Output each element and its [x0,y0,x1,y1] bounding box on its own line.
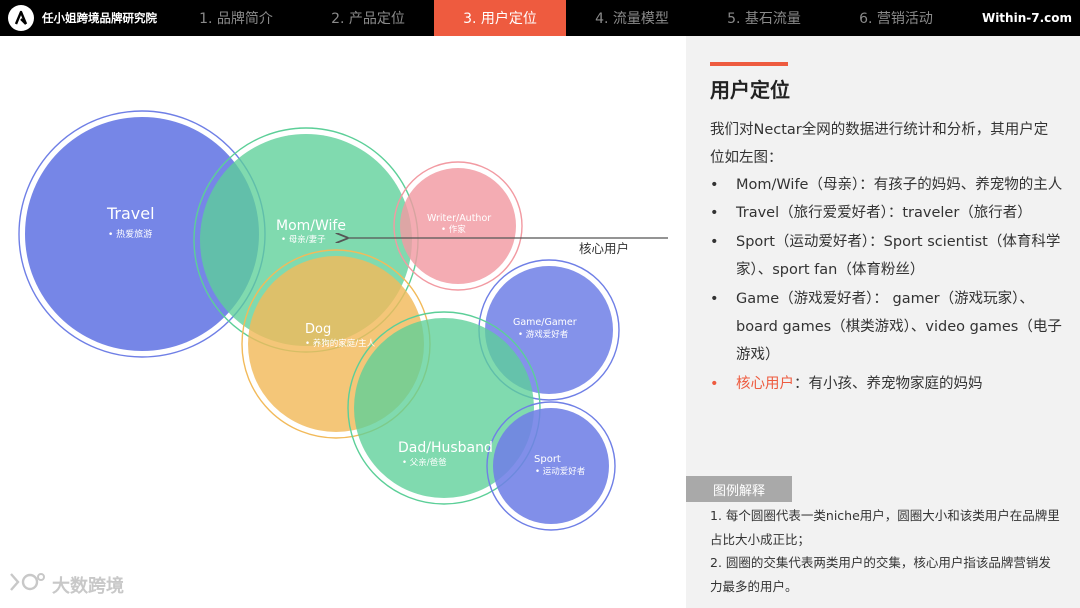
legend-explanation: 1. 每个圆圈代表一类niche用户，圆圈大小和该类用户在品牌里占比大小成正比；… [710,504,1062,598]
description-panel: 用户定位 我们对Nectar全网的数据进行统计和分析，其用户定位如左图： • Mo… [686,36,1080,608]
list-item-game: • Game（游戏爱好者）： gamer（游戏玩家）、board games（棋类… [710,290,1062,364]
legend-line-1: 1. 每个圆圈代表一类niche用户，圆圈大小和该类用户在品牌里占比大小成正比； [710,508,1060,547]
brand-name: 任小姐跨境品牌研究院 [42,11,157,25]
section-tabs: 1. 品牌简介 2. 产品定位 3. 用户定位 4. 流量模型 5. 基石流量 … [170,0,962,36]
label-dog-sub: • 养狗的家庭/主人 [305,338,376,349]
tab-traffic-model[interactable]: 4. 流量模型 [566,0,698,36]
watermark-text: 大数跨境 [52,575,124,597]
list-item-mom-wife: • Mom/Wife（母亲）：有孩子的妈妈、养宠物的主人 [710,177,1063,193]
label-travel-title: Travel [106,204,155,223]
tab-brand-intro[interactable]: 1. 品牌简介 [170,0,302,36]
tab-user-positioning[interactable]: 3. 用户定位 [434,0,566,36]
panel-title: 用户定位 [710,78,790,102]
bubble-svg: 核心用户 Travel • 热爱旅游 Mom/Wife • 母亲/妻子 Writ… [18,110,668,531]
label-writer-sub: • 作家 [441,224,466,235]
label-writer-title: Writer/Author [427,213,491,224]
label-sport-sub: • 运动爱好者 [535,466,586,477]
title-accent-line [710,62,788,66]
label-mom-wife-sub: • 母亲/妻子 [281,234,326,245]
panel-intro: 我们对Nectar全网的数据进行统计和分析，其用户定位如左图： [710,122,1049,166]
label-dog-title: Dog [305,322,331,337]
top-nav-bar: 任小姐跨境品牌研究院 1. 品牌简介 2. 产品定位 3. 用户定位 4. 流量… [0,0,1080,36]
list-item-travel: • Travel（旅行爱爱好者）：traveler（旅行者） [710,205,1032,222]
tab-base-traffic[interactable]: 5. 基石流量 [698,0,830,36]
label-travel-sub: • 热爱旅游 [108,228,152,240]
label-sport-title: Sport [534,454,561,465]
tab-marketing[interactable]: 6. 营销活动 [830,0,962,36]
tab-product-positioning[interactable]: 2. 产品定位 [302,0,434,36]
list-item-sport: • Sport（运动爱好者）：Sport scientist（体育科学家）、spo… [710,233,1061,279]
circle-sport [486,401,616,531]
label-dad-title: Dad/Husband [398,440,493,456]
legend-line-2: 2. 圆圈的交集代表两类用户的交集，核心用户指该品牌营销发力最多的用户。 [710,555,1051,594]
core-user-label: 核心用户 [579,241,629,256]
label-game-title: Game/Gamer [513,317,577,328]
brand-logo-icon [8,5,34,31]
list-item-core-user: • 核心用户：有小孩、养宠物家庭的妈妈 [710,375,983,392]
watermark-logo-icon [8,570,46,599]
user-segment-list: • Mom/Wife（母亲）：有孩子的妈妈、养宠物的主人 • Travel（旅行爱爱… [710,171,1066,398]
user-bubble-diagram: 核心用户 Travel • 热爱旅游 Mom/Wife • 母亲/妻子 Writ… [0,36,686,608]
legend-title: 图例解释 [686,476,792,502]
brand[interactable]: 任小姐跨境品牌研究院 [0,0,170,36]
label-dad-sub: • 父亲/爸爸 [402,457,447,468]
watermark: 大数跨境 [8,570,124,599]
label-game-sub: • 游戏爱好者 [518,329,569,340]
site-link[interactable]: Within-7.com [982,0,1072,36]
label-mom-wife-title: Mom/Wife [276,218,346,234]
